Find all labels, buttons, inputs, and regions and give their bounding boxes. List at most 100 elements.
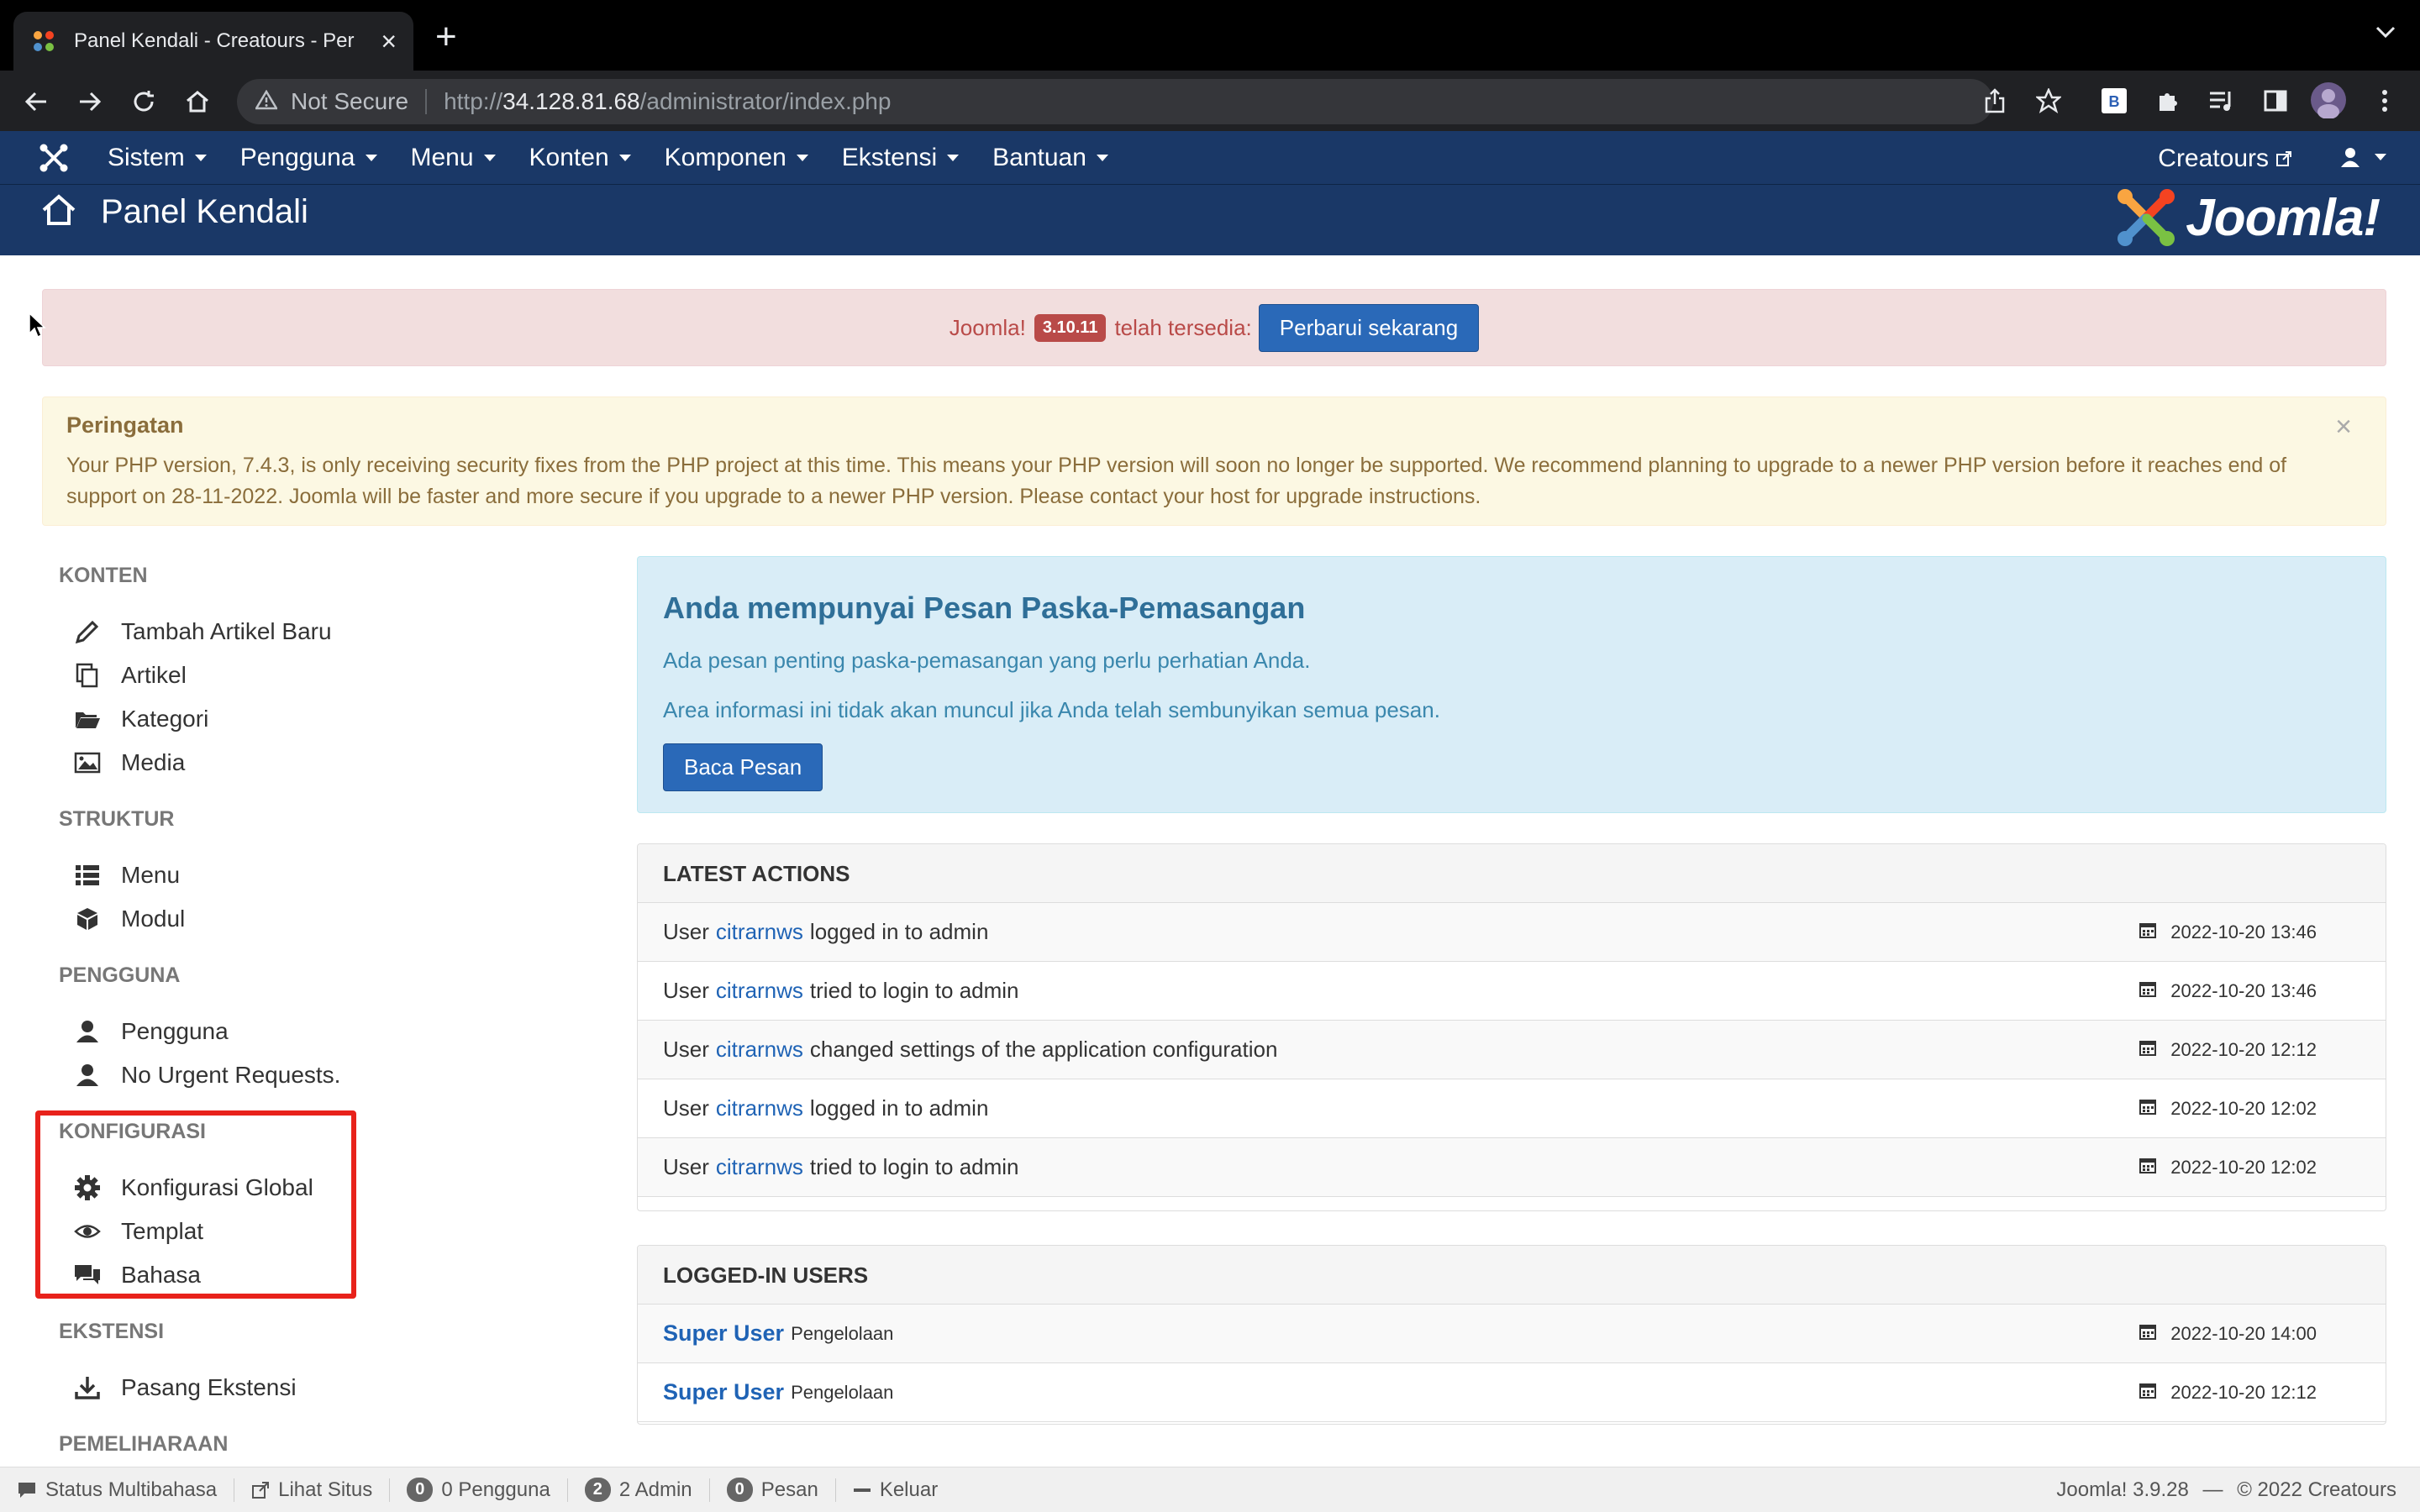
row-date: 2022-10-20 12:12 bbox=[2139, 1381, 2317, 1404]
sidepanel-icon[interactable] bbox=[2259, 84, 2292, 118]
update-now-button[interactable]: Perbarui sekarang bbox=[1258, 303, 1480, 352]
back-icon[interactable] bbox=[20, 86, 52, 118]
menu-pengguna[interactable]: Pengguna bbox=[240, 144, 377, 172]
status-divider bbox=[566, 1478, 568, 1502]
folder-open-icon bbox=[72, 704, 103, 734]
read-messages-button[interactable]: Baca Pesan bbox=[663, 743, 823, 791]
external-link-icon bbox=[251, 1481, 270, 1499]
home-icon bbox=[40, 192, 77, 233]
reload-icon[interactable] bbox=[128, 86, 160, 118]
user-link[interactable]: citrarnws bbox=[716, 1154, 803, 1180]
menu-bantuan[interactable]: Bantuan bbox=[992, 144, 1108, 172]
sidebar-item-modul[interactable]: Modul bbox=[59, 897, 529, 941]
view-site-link[interactable]: Lihat Situs bbox=[251, 1478, 372, 1502]
joomla-brand-icon[interactable] bbox=[39, 143, 69, 177]
update-prefix: Joomla! bbox=[949, 314, 1026, 340]
sidebar-item-pengguna[interactable]: Pengguna bbox=[59, 1010, 529, 1053]
user-link[interactable]: citrarnws bbox=[716, 1095, 803, 1121]
joomla-logo: Joomla! bbox=[2113, 185, 2381, 250]
table-row: User citrarnws tried to login to admin 2… bbox=[638, 962, 2386, 1021]
sidebar-item-pasang-ekstensi[interactable]: Pasang Ekstensi bbox=[59, 1366, 529, 1410]
table-row: User citrarnws changed settings of the a… bbox=[638, 1021, 2386, 1079]
joomla-favicon-icon bbox=[30, 28, 57, 55]
menu-ekstensi[interactable]: Ekstensi bbox=[842, 144, 960, 172]
user-name-link[interactable]: Super User bbox=[663, 1320, 784, 1347]
row-action: changed settings of the application conf… bbox=[809, 1037, 1278, 1062]
row-prefix: User bbox=[663, 919, 709, 944]
row-action: logged in to admin bbox=[809, 919, 989, 944]
warning-text: Your PHP version, 7.4.3, is only receivi… bbox=[66, 454, 2287, 508]
sidebar-item-menu[interactable]: Menu bbox=[59, 853, 529, 897]
tab-search-icon[interactable] bbox=[2375, 25, 2396, 43]
sidebar: KONTEN Tambah Artikel Baru Artikel Kateg… bbox=[59, 558, 529, 1478]
extension-b-icon[interactable]: B bbox=[2097, 84, 2131, 118]
row-date: 2022-10-20 12:02 bbox=[2139, 1156, 2317, 1179]
user-link[interactable]: citrarnws bbox=[716, 978, 803, 1004]
user-icon bbox=[72, 1016, 103, 1047]
row-action: tried to login to admin bbox=[809, 978, 1019, 1003]
profile-avatar[interactable] bbox=[2309, 81, 2348, 119]
menu-konten[interactable]: Konten bbox=[529, 144, 631, 172]
multilang-status-link[interactable]: Status Multibahasa bbox=[17, 1478, 217, 1502]
logout-link[interactable]: Keluar bbox=[853, 1478, 938, 1502]
pencil-icon bbox=[72, 617, 103, 647]
sidebar-item-privacy-requests[interactable]: No Urgent Requests. bbox=[59, 1053, 529, 1097]
row-prefix: User bbox=[663, 1037, 709, 1062]
bookmark-star-icon[interactable] bbox=[2032, 84, 2065, 118]
sidebar-item-kategori[interactable]: Kategori bbox=[59, 697, 529, 741]
table-row: Super User Pengelolaan 2022-10-20 12:12 bbox=[638, 1363, 2386, 1422]
sidebar-item-label: Kategori bbox=[121, 706, 209, 732]
row-date: 2022-10-20 14:00 bbox=[2139, 1322, 2317, 1346]
user-name-link[interactable]: Super User bbox=[663, 1379, 784, 1405]
address-bar[interactable]: Not Secure http://34.128.81.68/administr… bbox=[237, 79, 1993, 124]
sidebar-section-ekstensi: EKSTENSI bbox=[59, 1320, 165, 1343]
calendar-icon bbox=[2139, 1381, 2157, 1404]
status-divider bbox=[708, 1478, 710, 1502]
user-menu[interactable] bbox=[2339, 146, 2386, 168]
copy-icon bbox=[72, 660, 103, 690]
calendar-icon bbox=[2139, 921, 2157, 944]
user-link[interactable]: citrarnws bbox=[716, 919, 803, 945]
extensions-puzzle-icon[interactable] bbox=[2151, 84, 2185, 118]
tab-close-icon[interactable]: × bbox=[381, 28, 397, 55]
row-date: 2022-10-20 13:46 bbox=[2139, 979, 2317, 1003]
visitors-status[interactable]: 0 0 Pengguna bbox=[407, 1478, 550, 1502]
sidebar-section-pengguna: PENGGUNA bbox=[59, 963, 181, 987]
not-secure-label: Not Secure bbox=[291, 88, 409, 114]
share-icon[interactable] bbox=[1978, 84, 2012, 118]
url-text: http://34.128.81.68/administrator/index.… bbox=[444, 88, 892, 114]
browser-menu-icon[interactable] bbox=[2368, 84, 2402, 118]
sidebar-item-label: Pengguna bbox=[121, 1018, 229, 1044]
user-icon bbox=[2339, 146, 2361, 168]
site-link[interactable]: Creatours bbox=[2158, 144, 2292, 173]
page-header: Panel Kendali Joomla! bbox=[0, 185, 2420, 255]
media-queue-icon[interactable] bbox=[2205, 84, 2238, 118]
sidebar-item-tambah-artikel[interactable]: Tambah Artikel Baru bbox=[59, 610, 529, 654]
browser-tab[interactable]: Panel Kendali - Creatours - Per × bbox=[13, 12, 413, 71]
menu-komponen[interactable]: Komponen bbox=[665, 144, 808, 172]
new-tab-icon[interactable]: + bbox=[435, 18, 457, 55]
sidebar-item-label: Menu bbox=[121, 862, 181, 888]
messages-count-badge: 0 bbox=[726, 1478, 753, 1502]
menu-sistem[interactable]: Sistem bbox=[108, 144, 207, 172]
row-date: 2022-10-20 12:12 bbox=[2139, 1038, 2317, 1062]
comment-icon bbox=[17, 1481, 37, 1499]
menu-menu[interactable]: Menu bbox=[411, 144, 496, 172]
sidebar-item-label: Media bbox=[121, 749, 186, 775]
sidebar-item-media[interactable]: Media bbox=[59, 741, 529, 785]
logged-in-list: Super User Pengelolaan 2022-10-20 14:00 … bbox=[638, 1305, 2386, 1422]
close-icon[interactable]: × bbox=[2335, 411, 2352, 444]
admin-navbar: Sistem Pengguna Menu Konten Komponen Eks… bbox=[0, 131, 2420, 185]
forward-icon[interactable] bbox=[74, 86, 106, 118]
omnibox-divider bbox=[425, 89, 428, 114]
external-link-icon bbox=[2275, 150, 2292, 167]
messages-status[interactable]: 0 Pesan bbox=[726, 1478, 818, 1502]
highlight-annotation bbox=[35, 1110, 356, 1299]
home-icon[interactable] bbox=[182, 86, 213, 118]
sidebar-item-artikel[interactable]: Artikel bbox=[59, 654, 529, 697]
user-role: Pengelolaan bbox=[791, 1381, 894, 1403]
user-link[interactable]: citrarnws bbox=[716, 1037, 803, 1063]
sidebar-item-label: Pasang Ekstensi bbox=[121, 1374, 297, 1400]
admins-status[interactable]: 2 2 Admin bbox=[584, 1478, 692, 1502]
panel-title: LATEST ACTIONS bbox=[638, 844, 2386, 903]
